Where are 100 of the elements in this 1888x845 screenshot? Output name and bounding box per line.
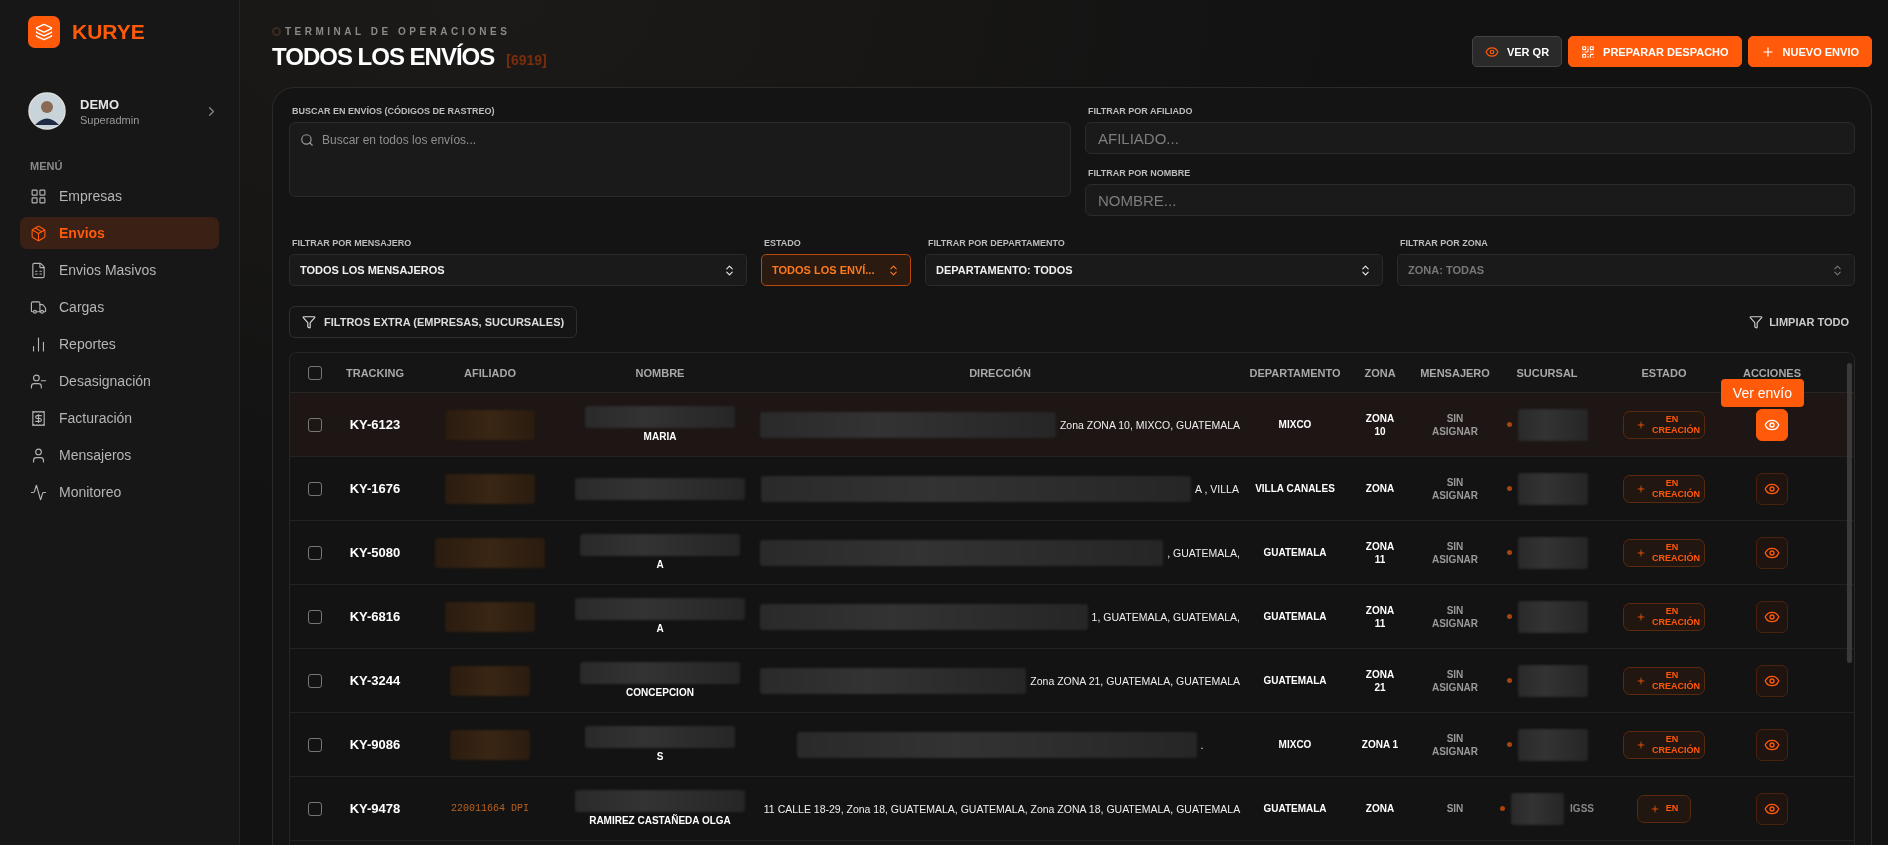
zone-cell-text: ZONA 11 [1364,539,1396,566]
tracking-cell: KY-3244 [349,673,401,688]
receipt-icon [30,409,47,427]
filter-field[interactable]: AFILIADO... [1085,122,1855,154]
status-badge: EN CREACIÓN [1623,730,1705,759]
dot-icon [1506,422,1512,427]
tracking-cell: KY-1676 [349,481,401,496]
column-header: AFILIADO [463,366,517,379]
address-cell: 11 CALLE 18-29, Zona 18, GUATEMALA, GUATEMALA, Zona ZONA 18, GUATEMALA, GUATEMALA [763,802,1241,815]
scrollbar[interactable] [1847,363,1852,663]
checkbox[interactable] [308,609,322,624]
column-header: ZONA [1363,366,1397,379]
zone-cell: ZONA [1365,482,1395,495]
zone-cell: ZONA [1365,802,1395,815]
nombre-cell: S [656,750,664,763]
field-label: FILTRAR POR MENSAJERO [292,238,413,248]
extra-filters-button[interactable]: FILTROS EXTRA (EMPRESAS, SUCURSALES) [289,306,578,338]
nombre-cell: RAMIREZ CASTAÑEDA OLGA [589,814,731,827]
checkbox[interactable] [308,365,322,380]
dot-icon [1506,614,1512,619]
courier-cell-text: SIN ASIGNAR [1430,603,1480,630]
checkbox[interactable] [308,737,322,752]
document-icon [30,261,47,279]
nombre-cell: A [656,622,664,635]
address-cell: Zona ZONA 21, GUATEMALA, GUATEMALA [1030,674,1240,687]
dot-icon [1500,806,1505,811]
search-field[interactable]: Buscar en todos los envíos... [289,122,1071,197]
afiliado-cell: 220011664 DPI [451,803,529,814]
address-cell: A , VILLA [1195,482,1239,495]
tooltip: Ver envío [1720,378,1804,407]
menu-item[interactable]: Reportes [20,328,219,360]
checkbox[interactable] [308,673,322,688]
action-button[interactable]: VER QR [1471,36,1563,67]
view-button[interactable] [1756,408,1788,441]
plus-icon [1760,44,1775,59]
checkbox[interactable] [308,801,322,816]
page-title: TODOS LOS ENVÍOS [272,43,495,71]
select-field[interactable]: TODOS LOS MENSAJEROS [289,254,747,286]
dot-icon [1506,678,1512,683]
plus-icon [1636,675,1646,686]
courier-cell-text: SIN ASIGNAR [1430,411,1480,438]
nombre-cell: MARIA [643,430,677,443]
column-header: NOMBRE [634,366,686,379]
courier-cell: SIN [1446,802,1464,815]
user-icon [30,446,47,464]
field-label: BUSCAR EN ENVÍOS (CÓDIGOS DE RASTREO) [292,106,496,116]
plus-icon [1636,483,1646,494]
zone-cell-text: ZONA 11 [1364,603,1396,630]
menu-item[interactable]: Facturación [20,402,219,434]
brand-name: KURYE [72,20,145,44]
menu-item[interactable]: Envios [20,217,219,249]
menu-item[interactable]: Desasignación [20,365,219,397]
box-icon [30,224,47,242]
redaction-bar [1517,728,1588,761]
department-cell: VILLA CANALES [1255,482,1335,495]
clear-button[interactable]: LIMPIAR TODO [1743,314,1855,330]
checkbox[interactable] [308,417,322,432]
address-cell: . [1200,738,1204,751]
redaction-bar [1517,664,1588,697]
status-dot-icon [272,27,281,36]
field-label: FILTRAR POR AFILIADO [1088,106,1194,116]
menu-item[interactable]: Cargas [20,291,219,323]
column-header: ACCIONES [1741,366,1803,379]
redaction-bar [1517,536,1588,569]
eye-icon [1484,44,1499,59]
status-badge: EN CREACIÓN [1623,602,1705,631]
bar-chart-icon [30,335,47,353]
search-icon [300,133,314,147]
filter-field[interactable]: NOMBRE... [1085,184,1855,216]
status-badge: EN CREACIÓN [1623,666,1705,695]
select-field[interactable]: TODOS LOS ENVÍ... [761,254,911,286]
branch-cell: IGSS [1570,802,1594,815]
column-header: MENSAJERO [1419,366,1491,379]
menu-item[interactable]: Monitoreo [20,476,219,508]
redaction-bar [1517,472,1588,505]
tracking-cell: KY-6816 [349,609,401,624]
column-header: DIRECCIÓN [968,366,1032,379]
department-cell: GUATEMALA [1263,802,1327,815]
courier-cell-text: SIN ASIGNAR [1430,667,1480,694]
department-cell: GUATEMALA [1263,610,1327,623]
zone-cell-text: ZONA 21 [1364,667,1396,694]
department-cell: MIXCO [1278,738,1312,751]
menu-item[interactable]: Envios Masivos [20,254,219,286]
redaction-bar [1511,792,1565,825]
eyebrow-label: TERMINAL DE OPERACIONES [285,26,511,37]
user-name: DEMO [80,96,120,112]
tracking-cell: KY-9086 [349,737,401,752]
select-field[interactable]: DEPARTAMENTO: TODOS [925,254,1383,286]
tracking-cell: KY-9478 [349,801,401,816]
checkbox[interactable] [308,545,322,560]
checkbox[interactable] [308,481,322,496]
plus-icon [1636,547,1646,558]
address-cell: Zona ZONA 10, MIXCO, GUATEMALA [1059,418,1240,431]
nombre-cell: CONCEPCION [626,686,694,699]
courier-cell-text: SIN ASIGNAR [1430,731,1480,758]
field-label: ESTADO [764,238,802,248]
dot-icon [1506,742,1512,747]
zone-cell: ZONA 1 [1361,738,1399,751]
menu-item[interactable]: Mensajeros [20,439,219,471]
menu-item[interactable]: Empresas [20,180,219,212]
